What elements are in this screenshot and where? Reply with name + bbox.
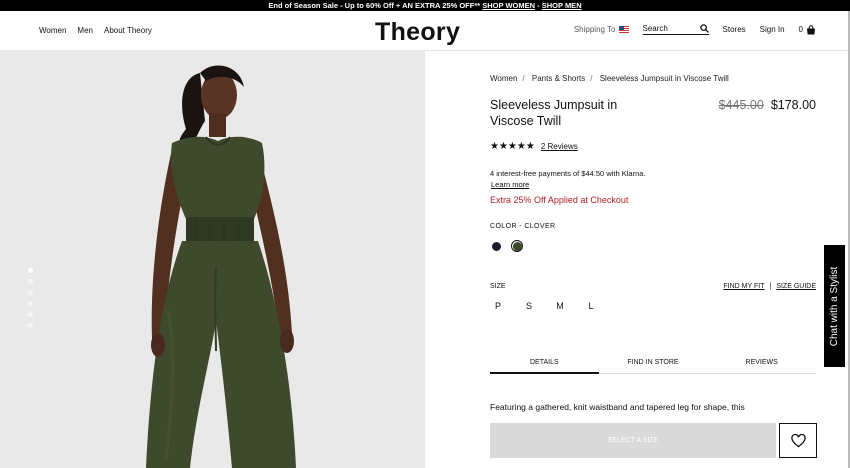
product-rating: ★★★★★ 2 Reviews	[490, 141, 578, 152]
sign-in-link[interactable]: Sign In	[760, 25, 785, 34]
carousel-dot[interactable]	[28, 301, 33, 306]
size-guide-link[interactable]: SIZE GUIDE	[776, 283, 816, 290]
size-links: FIND MY FIT | SIZE GUIDE	[723, 283, 816, 290]
swatch-navy[interactable]	[490, 240, 502, 252]
reviews-link[interactable]: 2 Reviews	[541, 142, 578, 151]
image-carousel-dots	[28, 268, 33, 328]
site-header: Women Men About Theory Theory Shipping T…	[0, 11, 850, 51]
klarna-learn-more-link[interactable]: Learn more	[491, 179, 529, 190]
find-my-fit-link[interactable]: FIND MY FIT	[723, 283, 764, 290]
brand-logo[interactable]: Theory	[375, 18, 460, 47]
select-size-button[interactable]: SELECT A SIZE	[490, 423, 776, 458]
product-description: Featuring a gathered, knit waistband and…	[490, 402, 745, 412]
shipping-selector[interactable]: Shipping To	[574, 25, 629, 34]
size-option-s[interactable]: S	[525, 301, 533, 311]
product-price: $445.00 $178.00	[719, 98, 816, 112]
carousel-dot[interactable]	[28, 279, 33, 284]
size-option-m[interactable]: M	[556, 301, 564, 311]
model-jumpsuit-image	[146, 65, 296, 468]
star-rating: ★★★★★	[490, 141, 535, 152]
nav-women[interactable]: Women	[39, 26, 66, 35]
stores-link[interactable]: Stores	[723, 25, 746, 34]
tab-find-in-store[interactable]: FIND IN STORE	[598, 359, 708, 374]
search-icon	[699, 24, 709, 33]
carousel-dot[interactable]	[28, 312, 33, 317]
swatch-clover[interactable]	[511, 240, 523, 252]
color-swatches	[490, 240, 523, 252]
breadcrumb-women[interactable]: Women	[490, 74, 517, 83]
tab-reviews[interactable]: REVIEWS	[707, 359, 817, 374]
promo-note: Extra 25% Off Applied at Checkout	[490, 195, 629, 205]
breadcrumb-pants[interactable]: Pants & Shorts	[532, 74, 585, 83]
breadcrumb: Women / Pants & Shorts / Sleeveless Jumpsu…	[490, 74, 729, 83]
product-title: Sleeveless Jumpsuit in Viscose Twill	[490, 98, 618, 128]
chat-label: Chat with a Stylist	[829, 266, 841, 346]
search-input[interactable]: Search	[642, 24, 709, 35]
size-option-l[interactable]: L	[587, 301, 595, 311]
size-label: SIZE	[490, 283, 506, 290]
tab-details[interactable]: DETAILS	[490, 359, 599, 374]
shopping-bag-icon	[807, 24, 815, 34]
carousel-dot[interactable]	[28, 268, 33, 273]
breadcrumb-current: Sleeveless Jumpsuit in Viscose Twill	[599, 74, 729, 83]
main-nav: Women Men About Theory	[39, 26, 152, 35]
carousel-dot[interactable]	[28, 323, 33, 328]
shop-men-link[interactable]: SHOP MEN	[542, 1, 582, 10]
shop-women-link[interactable]: SHOP WOMEN	[482, 1, 535, 10]
product-image[interactable]	[0, 51, 425, 468]
us-flag-icon	[618, 26, 629, 33]
utility-nav: Shipping To Search Stores Sign In 0	[574, 24, 816, 35]
klarna-text: 4 interest-free payments of $44.50 with …	[490, 169, 646, 178]
carousel-dot[interactable]	[28, 290, 33, 295]
original-price: $445.00	[718, 98, 764, 112]
product-tabs: DETAILS FIND IN STORE REVIEWS	[490, 359, 817, 374]
size-options: P S M L	[494, 301, 595, 311]
color-label: COLOR - CLOVER	[490, 223, 556, 230]
promo-bar: End of Season Sale - Up to 60% Off + AN …	[0, 0, 850, 11]
chat-with-stylist-button[interactable]: Chat with a Stylist	[824, 245, 845, 367]
promo-text: End of Season Sale - Up to 60% Off + AN …	[268, 1, 481, 10]
heart-icon	[790, 433, 806, 447]
size-option-p[interactable]: P	[494, 301, 502, 311]
nav-about[interactable]: About Theory	[104, 26, 152, 35]
klarna-message: 4 interest-free payments of $44.50 with …	[490, 168, 646, 190]
nav-men[interactable]: Men	[77, 26, 93, 35]
wishlist-button[interactable]	[779, 423, 817, 458]
sale-price: $178.00	[770, 98, 816, 112]
bag-count: 0	[798, 25, 803, 34]
shopping-bag-button[interactable]: 0	[798, 24, 816, 35]
